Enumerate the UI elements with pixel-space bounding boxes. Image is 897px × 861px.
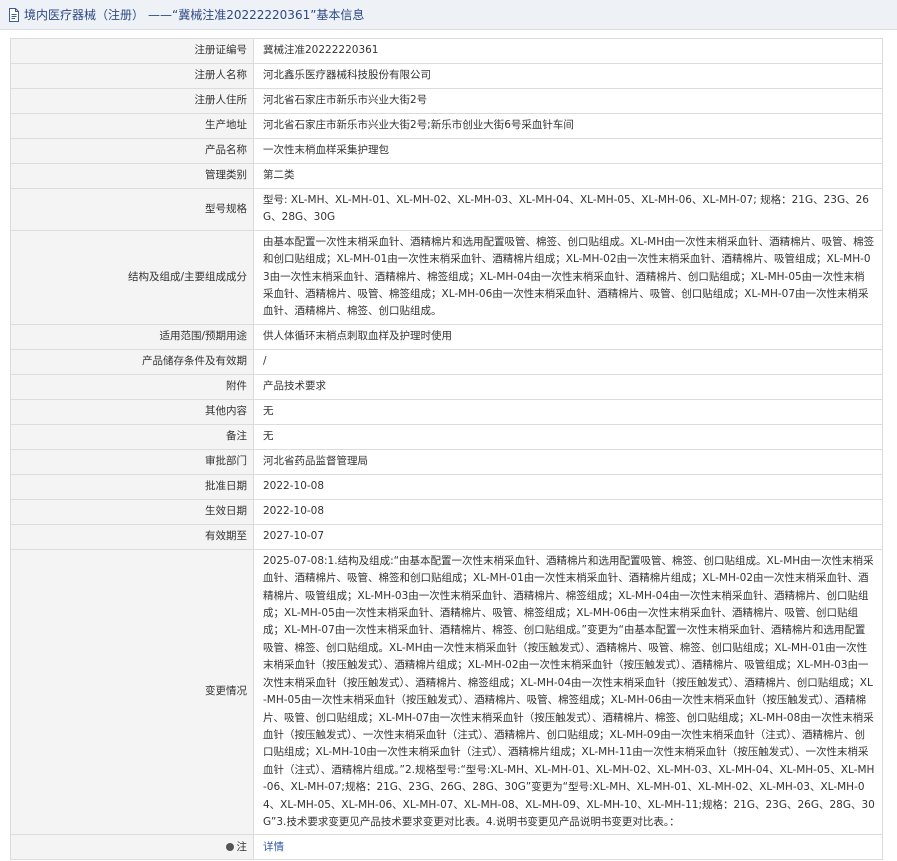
- header-category: 境内医疗器械（注册）: [24, 8, 145, 22]
- header-title: ——“冀械注准20222220361”基本信息: [148, 8, 365, 22]
- row-value: /: [253, 348, 883, 375]
- row-approval-dept: 审批部门 河北省药品监督管理局: [10, 448, 883, 475]
- row-label: 型号规格: [10, 188, 254, 231]
- row-label: 生产地址: [10, 113, 254, 139]
- row-registrant-address: 注册人住所 河北省石家庄市新乐市兴业大街2号: [10, 88, 883, 114]
- page-header: 境内医疗器械（注册） ——“冀械注准20222220361”基本信息: [0, 0, 897, 30]
- row-approval-date: 批准日期 2022-10-08: [10, 473, 883, 500]
- row-label: 适用范围/预期用途: [10, 323, 254, 350]
- row-label: 注册人名称: [10, 63, 254, 89]
- row-structure: 结构及组成/主要组成成分 由基本配置一次性末梢采血针、酒精棉片和选用配置吸管、棉…: [10, 229, 883, 325]
- row-value: 河北省石家庄市新乐市兴业大街2号;新乐市创业大街6号采血针车间: [253, 113, 883, 139]
- details-link[interactable]: 详情: [263, 841, 284, 853]
- row-value: 2022-10-08: [253, 473, 883, 500]
- row-note: 注 详情: [10, 834, 883, 861]
- row-registrant-name: 注册人名称 河北鑫乐医疗器械科技股份有限公司: [10, 63, 883, 89]
- row-production-address: 生产地址 河北省石家庄市新乐市兴业大街2号;新乐市创业大街6号采血针车间: [10, 113, 883, 139]
- row-value: 详情: [253, 834, 883, 861]
- row-effective-date: 生效日期 2022-10-08: [10, 498, 883, 525]
- row-label: 变更情况: [10, 548, 254, 836]
- row-value: 无: [253, 423, 883, 450]
- row-label: 审批部门: [10, 448, 254, 475]
- note-label-text: 注: [236, 840, 248, 853]
- row-registration-no: 注册证编号 冀械注准20222220361: [10, 38, 883, 64]
- row-value: 河北省石家庄市新乐市兴业大街2号: [253, 88, 883, 114]
- row-label: 产品储存条件及有效期: [10, 348, 254, 375]
- row-label: 注: [10, 834, 254, 861]
- row-label: 批准日期: [10, 473, 254, 500]
- row-label: 产品名称: [10, 138, 254, 164]
- row-value: 型号: XL-MH、XL-MH-01、XL-MH-02、XL-MH-03、XL-…: [253, 188, 883, 231]
- row-label: 注册证编号: [10, 38, 254, 64]
- row-label: 注册人住所: [10, 88, 254, 114]
- row-value: 无: [253, 398, 883, 425]
- row-value: 河北鑫乐医疗器械科技股份有限公司: [253, 63, 883, 89]
- row-value: 第二类: [253, 163, 883, 189]
- row-value: 河北省药品监督管理局: [253, 448, 883, 475]
- row-other-content: 其他内容 无: [10, 398, 883, 425]
- row-remark: 备注 无: [10, 423, 883, 450]
- row-label: 附件: [10, 373, 254, 400]
- row-label: 有效期至: [10, 523, 254, 550]
- row-storage: 产品储存条件及有效期 /: [10, 348, 883, 375]
- row-value: 2027-10-07: [253, 523, 883, 550]
- row-label: 备注: [10, 423, 254, 450]
- row-management-class: 管理类别 第二类: [10, 163, 883, 189]
- row-value: 由基本配置一次性末梢采血针、酒精棉片和选用配置吸管、棉签、创口贴组成。XL-MH…: [253, 229, 883, 325]
- row-value: 产品技术要求: [253, 373, 883, 400]
- row-model-spec: 型号规格 型号: XL-MH、XL-MH-01、XL-MH-02、XL-MH-0…: [10, 188, 883, 231]
- row-label: 结构及组成/主要组成成分: [10, 229, 254, 325]
- document-icon: [9, 7, 19, 22]
- note-icon: [225, 843, 234, 852]
- row-product-name: 产品名称 一次性末梢血样采集护理包: [10, 138, 883, 164]
- row-valid-until: 有效期至 2027-10-07: [10, 523, 883, 550]
- row-label: 管理类别: [10, 163, 254, 189]
- info-table: 注册证编号 冀械注准20222220361 注册人名称 河北鑫乐医疗器械科技股份…: [10, 38, 883, 861]
- row-label: 其他内容: [10, 398, 254, 425]
- row-label: 生效日期: [10, 498, 254, 525]
- row-value: 2022-10-08: [253, 498, 883, 525]
- row-value: 2025-07-08:1.结构及组成:“由基本配置一次性末梢采血针、酒精棉片和选…: [253, 548, 883, 836]
- row-value: 供人体循环末梢点刺取血样及护理时使用: [253, 323, 883, 350]
- row-value: 一次性末梢血样采集护理包: [253, 138, 883, 164]
- row-intended-use: 适用范围/预期用途 供人体循环末梢点刺取血样及护理时使用: [10, 323, 883, 350]
- row-change-history: 变更情况 2025-07-08:1.结构及组成:“由基本配置一次性末梢采血针、酒…: [10, 548, 883, 836]
- row-attachment: 附件 产品技术要求: [10, 373, 883, 400]
- row-value: 冀械注准20222220361: [253, 38, 883, 64]
